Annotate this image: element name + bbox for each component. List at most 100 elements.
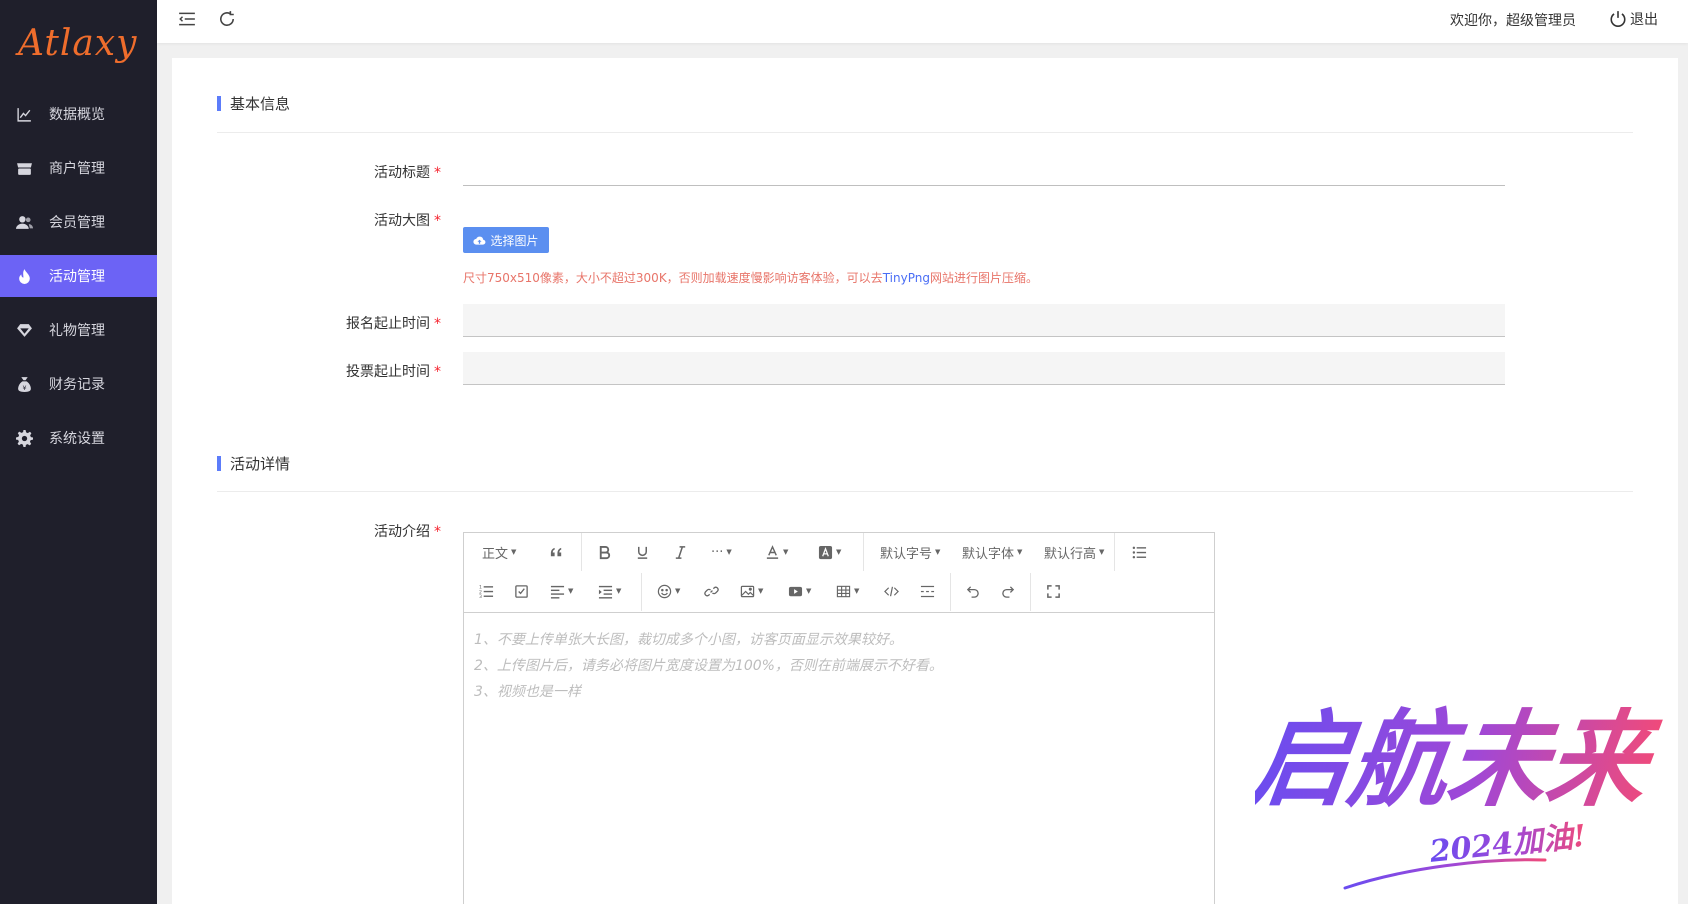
sidebar-item-label: 活动管理 — [49, 269, 105, 285]
activity-intro-label: 活动介绍 * — [374, 524, 441, 540]
more-styles-dropdown[interactable]: ··· ▼ — [711, 541, 732, 563]
indent-dropdown[interactable]: ▼ — [598, 580, 621, 602]
image-icon — [740, 585, 755, 597]
background-color-dropdown[interactable]: ▼ — [818, 541, 841, 563]
underline-icon[interactable] — [635, 541, 650, 563]
toolbar-separator — [641, 573, 642, 611]
bold-icon[interactable] — [597, 541, 612, 563]
divider-icon[interactable] — [920, 580, 935, 602]
fullscreen-icon[interactable] — [1046, 580, 1061, 602]
detail-title: 活动详情 — [217, 453, 290, 474]
money-bag-icon: ¥ — [15, 375, 33, 393]
image-hint: 尺寸750x510像素，大小不超过300K，否则加载速度慢影响访客体验，可以去T… — [463, 271, 1038, 285]
placeholder-line: 2、上传图片后，请务必将图片宽度设置为100%，否则在前端展示不好看。 — [474, 658, 943, 674]
line-height-dropdown[interactable]: 默认行高 ▼ — [1044, 541, 1104, 563]
collapse-menu-icon[interactable] — [177, 9, 197, 29]
link-icon[interactable] — [704, 580, 719, 602]
sidebar-menu: 数据概览 商户管理 会员管理 活动管理 礼物管理 ¥ 财务记录 系统设置 — [0, 93, 157, 459]
sidebar-item-label: 会员管理 — [49, 215, 105, 231]
gear-icon — [15, 429, 33, 447]
vote-time-input[interactable] — [463, 352, 1505, 385]
editor-toolbar: 正文 ▼ ··· ▼ ▼ ▼ 默认字号 ▼ 默认字体 ▼ 默认行高 ▼ 1 2 … — [464, 533, 1214, 613]
editor-content[interactable]: 1、不要上传单张大长图，裁切成多个小图，访客页面显示效果较好。 2、上传图片后，… — [464, 613, 1214, 719]
numbered-list-icon[interactable]: 123 — [479, 580, 494, 602]
app-logo[interactable]: Atlaxy — [0, 0, 157, 86]
topbar: 欢迎你，超级管理员 退出 — [157, 0, 1688, 43]
sidebar-item-activities[interactable]: 活动管理 — [0, 255, 157, 297]
divider — [217, 132, 1633, 133]
signup-time-label: 报名起止时间 * — [346, 316, 441, 332]
watermark-artwork: 启航未来 2024加油! — [1255, 697, 1668, 890]
divider — [217, 491, 1633, 492]
placeholder-line: 1、不要上传单张大长图，裁切成多个小图，访客页面显示效果较好。 — [474, 632, 903, 648]
sidebar-item-label: 数据概览 — [49, 107, 105, 123]
paragraph-dropdown[interactable]: 正文 ▼ — [482, 541, 516, 563]
table-dropdown[interactable]: ▼ — [836, 580, 859, 602]
svg-text:3: 3 — [479, 594, 482, 599]
watermark-main-text: 启航未来 — [1255, 698, 1667, 820]
sidebar-item-members[interactable]: 会员管理 — [0, 201, 157, 243]
emoji-icon — [657, 584, 672, 598]
font-color-icon — [766, 544, 779, 559]
align-dropdown[interactable]: ▼ — [550, 580, 573, 602]
redo-icon[interactable] — [1001, 580, 1016, 602]
users-icon — [15, 213, 33, 231]
refresh-icon[interactable] — [217, 9, 237, 29]
sidebar: Atlaxy 数据概览 商户管理 会员管理 活动管理 礼物管理 ¥ 财务记录 系… — [0, 0, 157, 904]
rich-text-editor: 正文 ▼ ··· ▼ ▼ ▼ 默认字号 ▼ 默认字体 ▼ 默认行高 ▼ 1 2 … — [463, 532, 1215, 904]
welcome-text: 欢迎你，超级管理员 — [1450, 13, 1576, 29]
svg-text:¥: ¥ — [22, 383, 26, 391]
video-dropdown[interactable]: ▼ — [788, 580, 811, 602]
more-icon: ··· — [711, 544, 724, 560]
italic-icon[interactable] — [673, 541, 688, 563]
select-image-button[interactable]: 选择图片 — [463, 227, 549, 253]
font-color-dropdown[interactable]: ▼ — [765, 541, 788, 563]
sidebar-item-label: 礼物管理 — [49, 323, 105, 339]
image-dropdown[interactable]: ▼ — [740, 580, 763, 602]
sidebar-item-label: 商户管理 — [49, 161, 105, 177]
watermark-sub-text: 2024加油! — [1427, 819, 1587, 870]
logout-label: 退出 — [1630, 12, 1658, 28]
toolbar-separator — [581, 533, 582, 571]
align-left-icon — [550, 585, 565, 599]
sidebar-item-gifts[interactable]: 礼物管理 — [0, 309, 157, 351]
emoji-dropdown[interactable]: ▼ — [657, 580, 680, 602]
select-image-label: 选择图片 — [490, 233, 539, 248]
quote-icon[interactable] — [549, 541, 564, 563]
video-icon — [788, 586, 803, 596]
indent-icon — [598, 585, 613, 599]
activity-title-label: 活动标题 * — [374, 165, 441, 181]
todo-list-icon[interactable] — [514, 580, 529, 602]
fire-icon — [15, 267, 33, 285]
background-color-icon — [818, 545, 833, 559]
cloud-upload-icon — [473, 236, 486, 245]
activity-image-label: 活动大图 * — [374, 213, 441, 229]
tinypng-link[interactable]: TinyPng — [883, 271, 930, 285]
toolbar-separator — [1114, 533, 1115, 571]
bullet-list-icon[interactable] — [1132, 541, 1147, 563]
basic-info-title: 基本信息 — [217, 93, 290, 114]
placeholder-line: 3、视频也是一样 — [474, 684, 581, 700]
toolbar-separator — [863, 533, 864, 571]
toolbar-separator — [950, 573, 951, 611]
power-icon — [1610, 11, 1626, 27]
logout-button[interactable]: 退出 — [1609, 9, 1658, 29]
store-icon — [15, 159, 33, 177]
undo-icon[interactable] — [965, 580, 980, 602]
activity-title-input[interactable] — [463, 157, 1505, 186]
sidebar-item-merchant[interactable]: 商户管理 — [0, 147, 157, 189]
code-icon[interactable] — [884, 580, 899, 602]
sidebar-item-label: 财务记录 — [49, 377, 105, 393]
diamond-icon — [15, 321, 33, 339]
vote-time-label: 投票起止时间 * — [346, 364, 441, 380]
chart-line-icon — [15, 105, 33, 123]
signup-time-input[interactable] — [463, 304, 1505, 337]
sidebar-item-data-overview[interactable]: 数据概览 — [0, 93, 157, 135]
table-icon — [836, 585, 851, 597]
toolbar-separator — [1030, 573, 1031, 611]
font-family-dropdown[interactable]: 默认字体 ▼ — [962, 541, 1022, 563]
font-size-dropdown[interactable]: 默认字号 ▼ — [880, 541, 940, 563]
sidebar-item-settings[interactable]: 系统设置 — [0, 417, 157, 459]
sidebar-item-label: 系统设置 — [49, 431, 105, 447]
sidebar-item-finance[interactable]: ¥ 财务记录 — [0, 363, 157, 405]
